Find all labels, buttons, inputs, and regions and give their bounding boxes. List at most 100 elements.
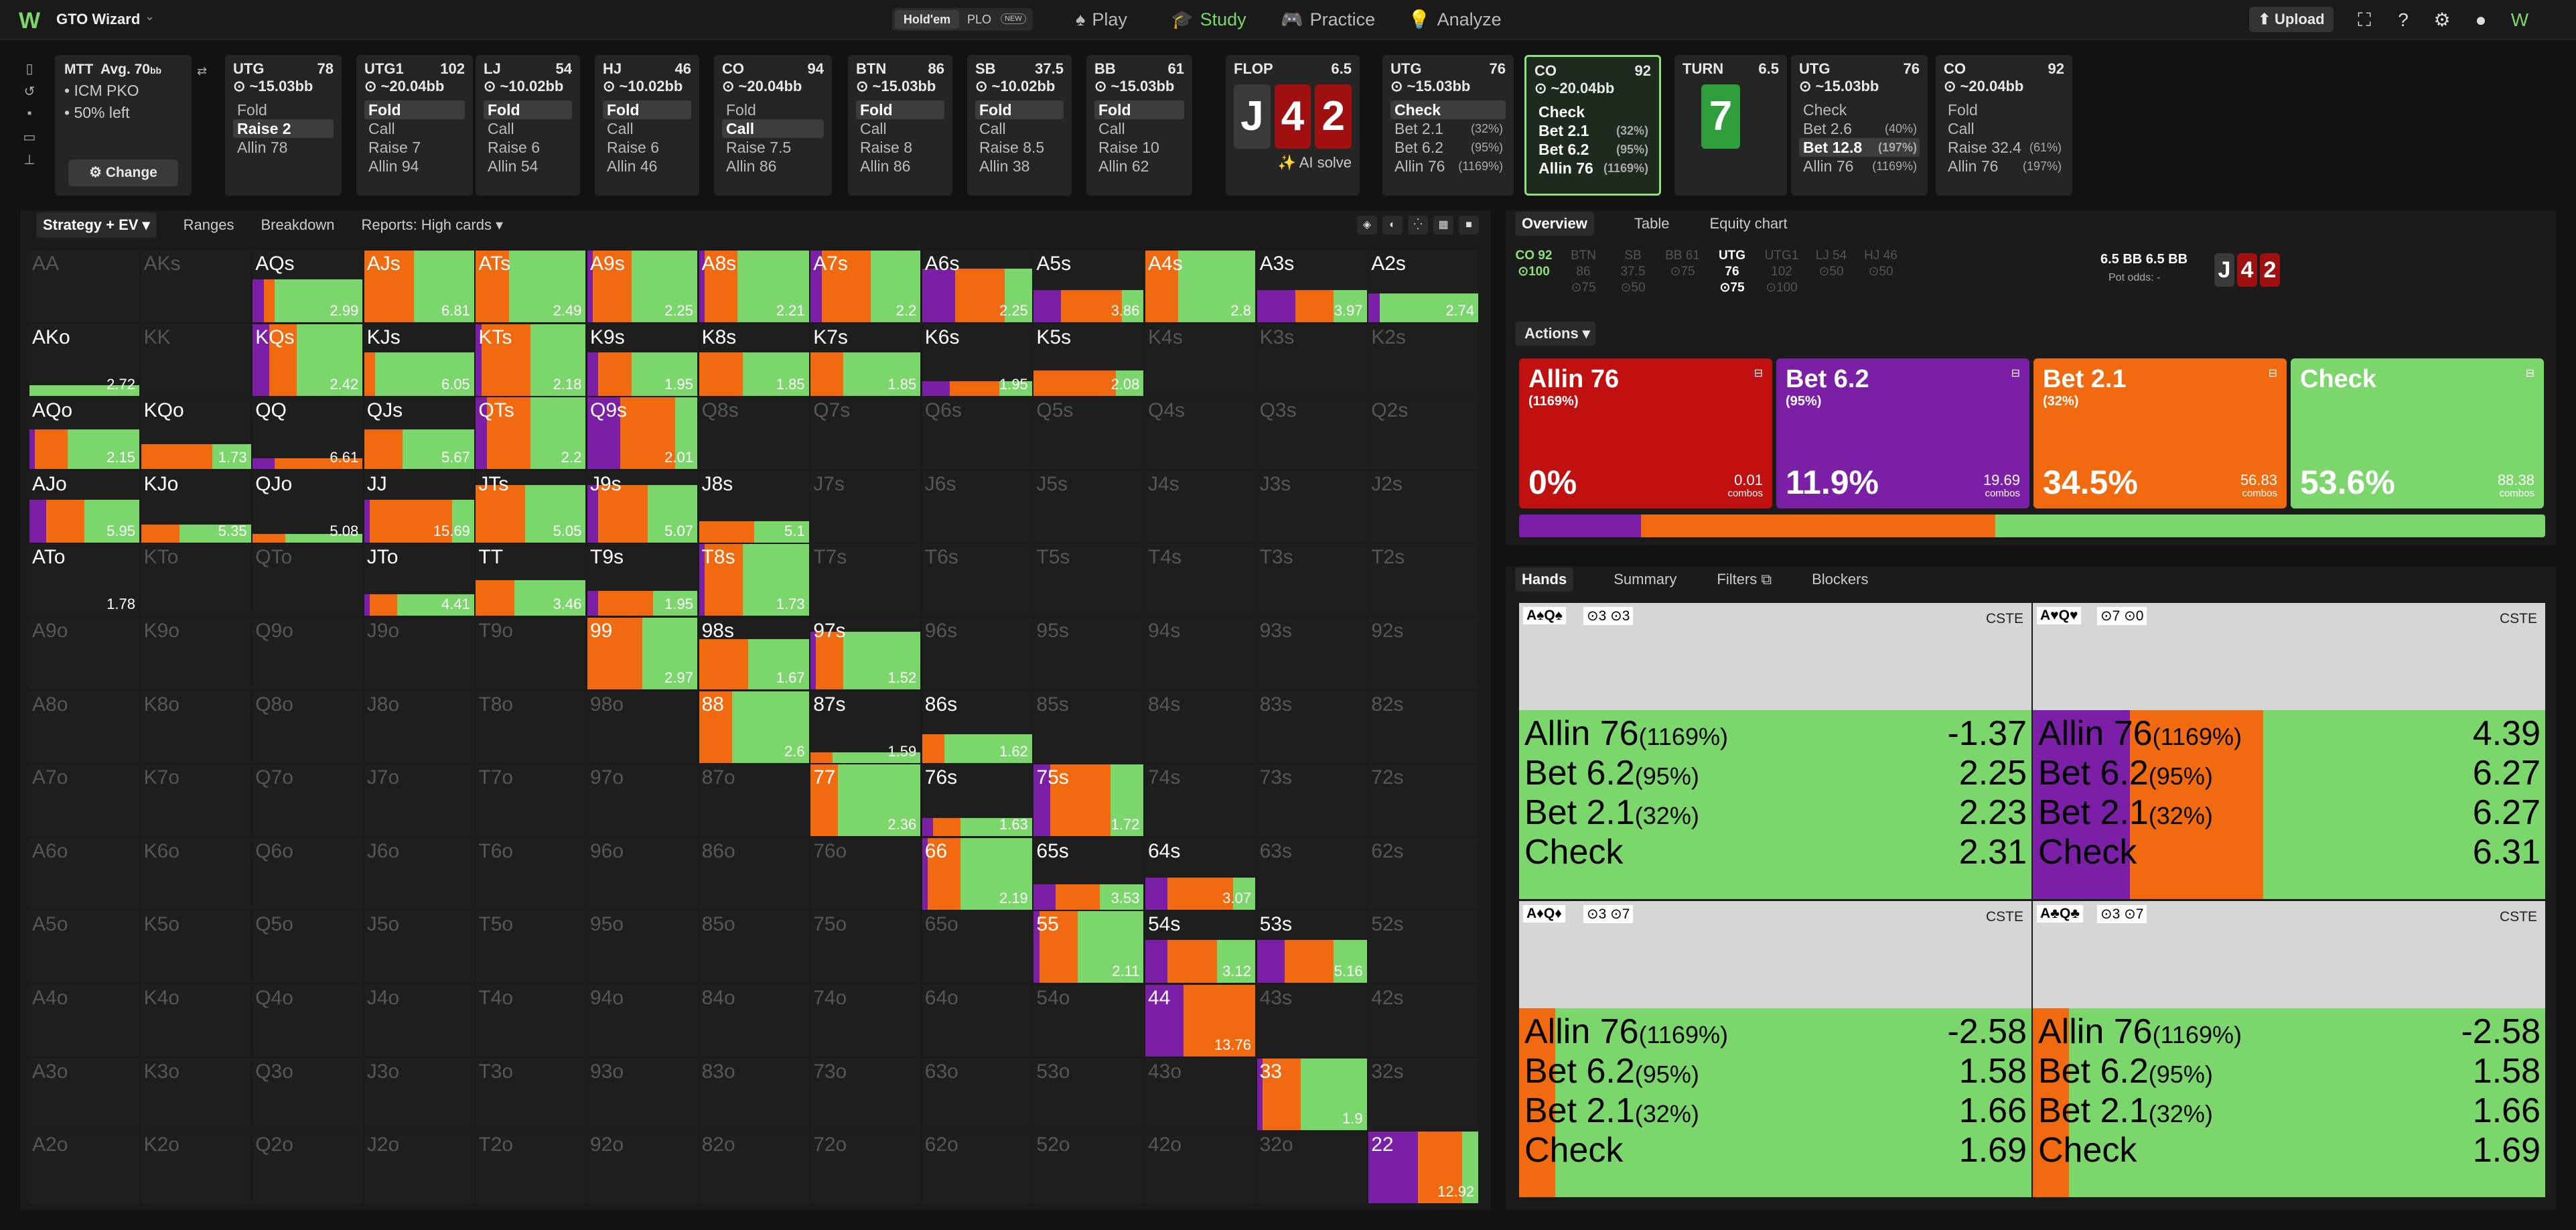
hand-cell[interactable]: ATo 1.78 bbox=[29, 544, 139, 616]
action-option[interactable]: Allin 94 bbox=[364, 157, 465, 176]
action-option[interactable]: Raise 10 bbox=[1094, 138, 1184, 157]
hand-cell[interactable]: T5s bbox=[1033, 544, 1144, 616]
action-option[interactable]: Fold bbox=[722, 100, 824, 119]
hand-cell[interactable]: 32s bbox=[1368, 1058, 1479, 1130]
position-card-sb[interactable]: SB 37.5 ⊙ ~10.02bb Fold Call Raise 8.5 Allin 3… bbox=[967, 55, 1072, 196]
hand-cell[interactable]: 84s bbox=[1145, 691, 1255, 763]
upload-button[interactable]: ⬆ Upload bbox=[2249, 7, 2334, 32]
hand-cell[interactable]: A4o bbox=[29, 985, 139, 1056]
hand-cell[interactable]: 33 1.9 bbox=[1257, 1058, 1367, 1130]
user-icon[interactable]: ● bbox=[2469, 8, 2493, 32]
player-stack[interactable]: SB 37.5 ⊙50 bbox=[1612, 248, 1654, 295]
action-option[interactable]: Call bbox=[856, 119, 944, 138]
tab-strategy-ev[interactable]: Strategy + EV ▾ bbox=[36, 212, 157, 238]
app-title[interactable]: GTO Wizard bbox=[56, 11, 140, 28]
action-option[interactable]: Allin 76 (197%) bbox=[1944, 157, 2064, 176]
hand-cell[interactable]: T4o bbox=[476, 985, 586, 1056]
hand-cell[interactable]: T2s bbox=[1368, 544, 1479, 616]
hand-cell[interactable]: Q5s bbox=[1033, 397, 1144, 470]
hand-cell[interactable]: K6o bbox=[141, 837, 251, 910]
hand-cell[interactable]: 52s bbox=[1368, 911, 1479, 983]
hand-cell[interactable]: T7s bbox=[810, 544, 921, 616]
hand-cell[interactable]: AKo 2.72 bbox=[29, 324, 139, 396]
action-option[interactable]: Bet 2.1 (32%) bbox=[1534, 121, 1651, 140]
hand-combo-card[interactable]: A♠Q♠ ⊙3 ⊙3 CSTE Allin 76(1169%) -1.37 Bet 6.2… bbox=[1519, 603, 2031, 899]
hand-cell[interactable]: 53o bbox=[1033, 1058, 1144, 1130]
expand-icon[interactable]: ⊟ bbox=[2269, 366, 2277, 380]
hand-cell[interactable]: Q3o bbox=[253, 1058, 363, 1130]
tab-overview[interactable]: Overview bbox=[1515, 212, 1594, 236]
action-option[interactable]: Call bbox=[1094, 119, 1184, 138]
hand-cell[interactable]: KJo 5.35 bbox=[141, 470, 251, 543]
action-option[interactable]: Call bbox=[975, 119, 1064, 138]
position-card-co[interactable]: CO 92 ⊙ ~20.04bb Check Bet 2.1 (32%) Bet 6.2 (9… bbox=[1524, 55, 1661, 196]
hand-cell[interactable]: A5o bbox=[29, 911, 139, 983]
hand-cell[interactable]: 74o bbox=[810, 985, 921, 1056]
hand-combo-card[interactable]: A♣Q♣ ⊙3 ⊙7 CSTE Allin 76(1169%) -2.58 Bet 6.2… bbox=[2033, 901, 2545, 1197]
player-stack[interactable]: HJ 46 ⊙50 bbox=[1859, 248, 1902, 288]
hand-cell[interactable]: 62o bbox=[922, 1132, 1032, 1204]
action-option[interactable]: Bet 12.8 (197%) bbox=[1799, 138, 1920, 157]
position-card-utg1[interactable]: UTG1 102 ⊙ ~20.04bb Fold Call Raise 7 Allin 94 bbox=[356, 55, 473, 196]
hand-cell[interactable]: Q2o bbox=[253, 1132, 363, 1204]
position-card-btn[interactable]: BTN 86 ⊙ ~15.03bb Fold Call Raise 8 Allin 86 bbox=[848, 55, 952, 196]
hand-cell[interactable]: AJo 5.95 bbox=[29, 470, 139, 543]
action-option[interactable]: Allin 76 (1169%) bbox=[1390, 157, 1506, 176]
save-icon[interactable]: ▪ bbox=[20, 106, 39, 129]
hand-cell[interactable]: K2s bbox=[1368, 324, 1479, 396]
hand-cell[interactable]: K8o bbox=[141, 691, 251, 763]
hand-cell[interactable]: 55 2.11 bbox=[1033, 911, 1144, 983]
hand-cell[interactable]: Q7o bbox=[253, 764, 363, 837]
nav-practice[interactable]: 🎮 Practice bbox=[1281, 8, 1375, 31]
hand-cell[interactable]: A4s 2.8 bbox=[1145, 251, 1255, 322]
hand-cell[interactable]: QJs 5.67 bbox=[364, 397, 474, 470]
hand-cell[interactable]: 62s bbox=[1368, 837, 1479, 910]
hand-cell[interactable]: A2o bbox=[29, 1132, 139, 1204]
action-option[interactable]: Allin 86 bbox=[722, 157, 824, 176]
hand-cell[interactable]: Q8o bbox=[253, 691, 363, 763]
action-option[interactable]: Raise 6 bbox=[484, 138, 572, 157]
tab-breakdown[interactable]: Breakdown bbox=[261, 216, 334, 234]
hand-cell[interactable]: 94s bbox=[1145, 618, 1255, 689]
action-option[interactable]: Bet 2.1 (32%) bbox=[1390, 119, 1506, 138]
action-option[interactable]: Raise 7 bbox=[364, 138, 465, 157]
hand-cell[interactable]: 72o bbox=[810, 1132, 921, 1204]
hand-cell[interactable]: 92o bbox=[587, 1132, 697, 1204]
player-stack[interactable]: LJ 54 ⊙50 bbox=[1810, 248, 1853, 288]
hand-cell[interactable]: KTo bbox=[141, 544, 251, 616]
hand-cell[interactable]: 82o bbox=[699, 1132, 809, 1204]
hand-cell[interactable]: AKs bbox=[141, 251, 251, 322]
hand-cell[interactable]: 32o bbox=[1257, 1132, 1367, 1204]
action-option[interactable]: Call bbox=[364, 119, 465, 138]
hand-cell[interactable]: 83o bbox=[699, 1058, 809, 1130]
hand-cell[interactable]: T4s bbox=[1145, 544, 1255, 616]
hand-cell[interactable]: K9o bbox=[141, 618, 251, 689]
hand-cell[interactable]: A3o bbox=[29, 1058, 139, 1130]
hand-cell[interactable]: 97o bbox=[587, 764, 697, 837]
mode-holdem[interactable]: Hold'em bbox=[895, 10, 959, 29]
action-option[interactable]: Fold bbox=[364, 100, 465, 119]
action-option[interactable]: Fold bbox=[233, 100, 334, 119]
hand-cell[interactable]: T3s bbox=[1257, 544, 1367, 616]
hand-cell[interactable]: A6s 2.25 bbox=[922, 251, 1032, 322]
tab-table[interactable]: Table bbox=[1634, 215, 1670, 232]
position-card-co[interactable]: CO 94 ⊙ ~20.04bb Fold Call Raise 7.5 Allin 86 bbox=[714, 55, 832, 196]
action-option[interactable]: Bet 6.2 (95%) bbox=[1534, 140, 1651, 159]
gear-icon[interactable]: ⚙ bbox=[2430, 8, 2454, 32]
action-option[interactable]: Call bbox=[722, 119, 824, 138]
hand-cell[interactable]: Q3s bbox=[1257, 397, 1367, 470]
hand-cell[interactable]: 66 2.19 bbox=[922, 837, 1032, 910]
hand-cell[interactable]: QQ 6.61 bbox=[253, 397, 363, 470]
action-option[interactable]: Allin 38 bbox=[975, 157, 1064, 176]
hand-cell[interactable]: K4o bbox=[141, 985, 251, 1056]
tree-icon[interactable]: ⊥ bbox=[20, 151, 39, 174]
action-option[interactable]: Fold bbox=[856, 100, 944, 119]
action-option[interactable]: Call bbox=[603, 119, 691, 138]
hand-cell[interactable]: J2s bbox=[1368, 470, 1479, 543]
action-option[interactable]: Raise 2 bbox=[233, 119, 334, 138]
position-card-hj[interactable]: HJ 46 ⊙ ~10.02bb Fold Call Raise 6 Allin 46 bbox=[595, 55, 699, 196]
hand-cell[interactable]: A8s 2.21 bbox=[699, 251, 809, 322]
hand-cell[interactable]: J7o bbox=[364, 764, 474, 837]
action-option[interactable]: Allin 54 bbox=[484, 157, 572, 176]
position-card-co[interactable]: CO 92 ⊙ ~20.04bb Fold Call Raise 32.4 (61%) All… bbox=[1936, 55, 2072, 196]
